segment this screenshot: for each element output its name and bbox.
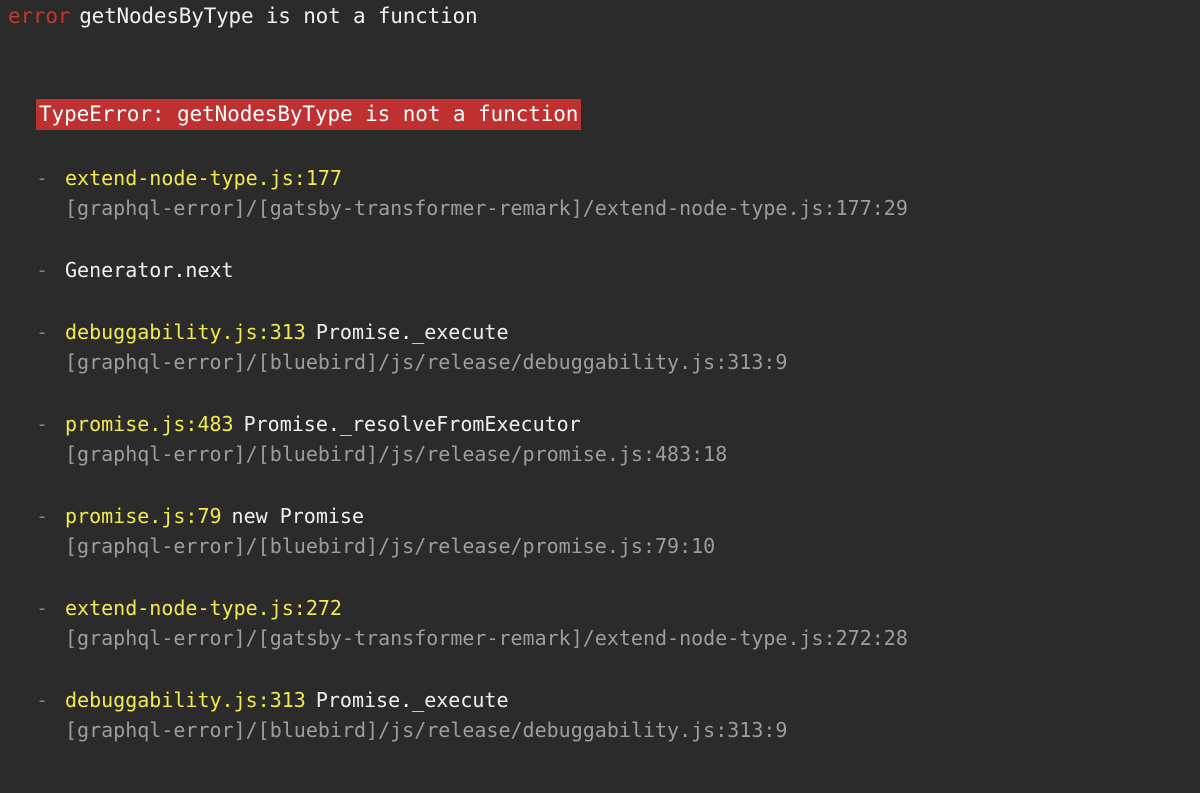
terminal-error-output: error getNodesByType is not a function Ty… <box>0 0 1200 793</box>
error-banner-wrap: TypeError: getNodesByType is not a funct… <box>36 99 581 130</box>
error-level-label: error <box>8 4 70 28</box>
stack-frame: -Generator.next <box>36 255 1186 285</box>
bullet-dash-icon: - <box>36 409 65 439</box>
bullet-dash-icon: - <box>36 317 65 347</box>
stack-frame-function-name: Promise._resolveFromExecutor <box>244 412 581 436</box>
stack-frame: -promise.js:483 Promise._resolveFromExecu… <box>36 409 1186 469</box>
stack-frame-file-link[interactable]: debuggability.js:313 <box>65 688 306 712</box>
stack-frame: -debuggability.js:313 Promise._execute [gr… <box>36 685 1186 745</box>
stack-frame: -extend-node-type.js:177[graphql-error]/… <box>36 163 1186 223</box>
stack-frame-file-link[interactable]: debuggability.js:313 <box>65 320 306 344</box>
bullet-dash-icon: - <box>36 255 65 285</box>
stack-frame-main-line: -debuggability.js:313 Promise._execute <box>36 317 1186 347</box>
stack-frame-file-link[interactable]: promise.js:483 <box>65 412 234 436</box>
stack-frame-function-name: Promise._execute <box>316 688 509 712</box>
error-header-message: getNodesByType is not a function <box>79 4 477 28</box>
stack-frame-path: [graphql-error]/[bluebird]/js/release/de… <box>36 347 1186 377</box>
stack-frame-function-name: new Promise <box>232 504 364 528</box>
stack-frame-path: [graphql-error]/[bluebird]/js/release/de… <box>36 715 1186 745</box>
stack-frame-path: [graphql-error]/[bluebird]/js/release/pr… <box>36 531 1186 561</box>
stack-frame-file-link[interactable]: extend-node-type.js:177 <box>65 166 342 190</box>
bullet-dash-icon: - <box>36 163 65 193</box>
bullet-dash-icon: - <box>36 501 65 531</box>
stack-frame-function-name: Generator.next <box>65 258 234 282</box>
error-banner: TypeError: getNodesByType is not a funct… <box>36 99 581 130</box>
stack-frame-main-line: -debuggability.js:313 Promise._execute <box>36 685 1186 715</box>
stack-frame-main-line: -extend-node-type.js:272 <box>36 593 1186 623</box>
stack-frame-file-link[interactable]: promise.js:79 <box>65 504 222 528</box>
bullet-dash-icon: - <box>36 685 65 715</box>
stack-frame-main-line: -promise.js:79 new Promise <box>36 501 1186 531</box>
stack-frame-main-line: -promise.js:483 Promise._resolveFromExecu… <box>36 409 1186 439</box>
stack-frame-path: [graphql-error]/[gatsby-transformer-rema… <box>36 623 1186 653</box>
error-header-line: error getNodesByType is not a function <box>8 1 477 31</box>
stack-frame-function-name: Promise._execute <box>316 320 509 344</box>
stack-frame-file-link[interactable]: extend-node-type.js:272 <box>65 596 342 620</box>
stack-frame: -debuggability.js:313 Promise._execute [gr… <box>36 317 1186 377</box>
stack-frame-path: [graphql-error]/[gatsby-transformer-rema… <box>36 193 1186 223</box>
bullet-dash-icon: - <box>36 593 65 623</box>
stack-trace-list: -extend-node-type.js:177[graphql-error]/… <box>36 163 1186 745</box>
stack-frame-main-line: -Generator.next <box>36 255 1186 285</box>
stack-frame: -promise.js:79 new Promise [graphql-error]… <box>36 501 1186 561</box>
stack-frame-main-line: -extend-node-type.js:177 <box>36 163 1186 193</box>
stack-frame-path: [graphql-error]/[bluebird]/js/release/pr… <box>36 439 1186 469</box>
stack-frame: -extend-node-type.js:272[graphql-error]/… <box>36 593 1186 653</box>
